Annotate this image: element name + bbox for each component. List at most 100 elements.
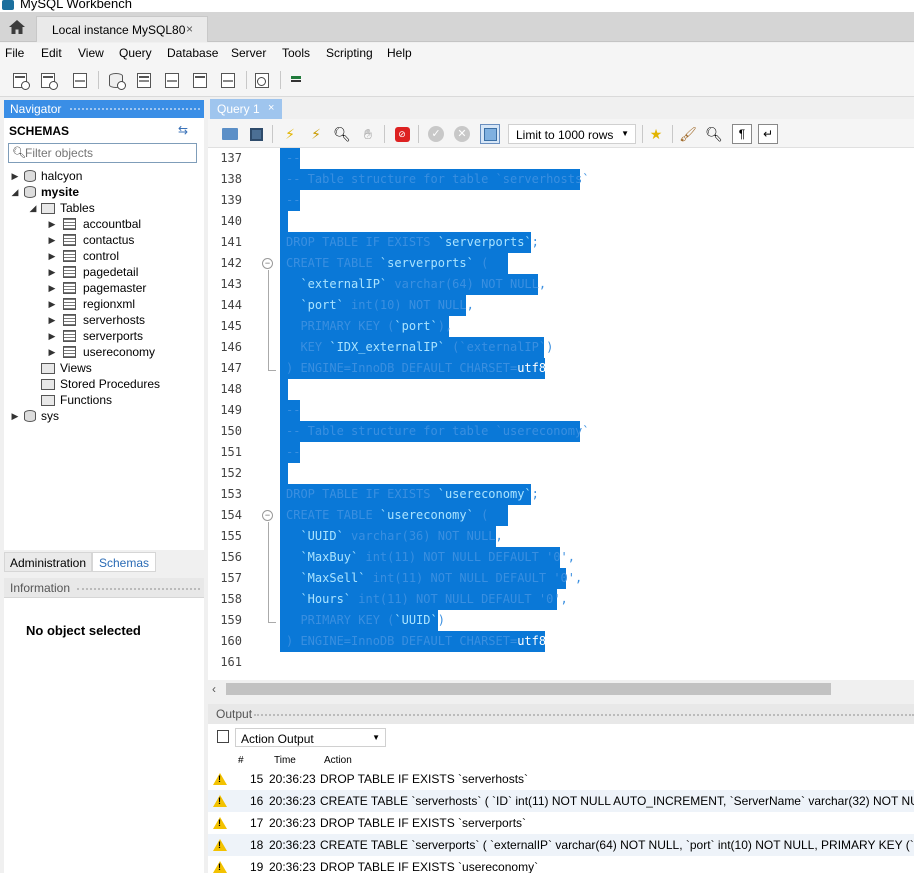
expand-arrow-icon[interactable]: ▶ [47, 219, 57, 230]
tree-item-pagedetail[interactable]: ▶ pagedetail [47, 264, 139, 280]
tree-item-label: sys [41, 409, 59, 423]
menu-tools[interactable]: Tools [282, 46, 310, 60]
limit-rows-select[interactable]: Limit to 1000 rows ▼ [508, 124, 636, 144]
reconnect-button[interactable] [286, 69, 308, 91]
autocommit-toggle[interactable] [480, 124, 500, 144]
menu-view[interactable]: View [78, 46, 104, 60]
menu-bar: File Edit View Query Database Server Too… [0, 43, 914, 63]
menu-query[interactable]: Query [119, 46, 152, 60]
tree-item-views[interactable]: Views [28, 360, 92, 376]
column-header-time[interactable]: Time [274, 755, 296, 766]
query-tab[interactable]: Query 1 × [210, 99, 282, 119]
menu-server[interactable]: Server [231, 46, 266, 60]
tree-item-mysite[interactable]: ◢ mysite [10, 184, 80, 200]
tree-item-serverports[interactable]: ▶ serverports [47, 328, 144, 344]
commit-button[interactable]: ✓ [426, 124, 446, 144]
scroll-left-icon[interactable]: ‹ [212, 682, 216, 696]
scrollbar-thumb[interactable] [226, 683, 831, 695]
filter-objects-input[interactable] [25, 145, 193, 161]
output-row[interactable]: ! 15 20:36:23 DROP TABLE IF EXISTS `serverh… [208, 768, 914, 790]
menu-edit[interactable]: Edit [41, 46, 62, 60]
tree-item-regionxml[interactable]: ▶ regionxml [47, 296, 136, 312]
expand-arrow-icon[interactable]: ▶ [47, 235, 57, 246]
column-header-num[interactable]: # [238, 755, 244, 766]
close-icon[interactable]: × [268, 102, 274, 114]
menu-scripting[interactable]: Scripting [326, 46, 373, 60]
tree-item-pagemaster[interactable]: ▶ pagemaster [47, 280, 147, 296]
expand-arrow-icon[interactable]: ▶ [10, 411, 20, 422]
explain-button[interactable]: 🔍︎ [332, 124, 352, 144]
copy-icon[interactable] [217, 730, 229, 743]
tree-item-control[interactable]: ▶ control [47, 248, 120, 264]
invisible-chars-button[interactable]: ¶ [732, 124, 752, 144]
output-toolbar: Action Output ▼ [208, 724, 914, 750]
expand-arrow-icon[interactable]: ▶ [47, 347, 57, 358]
refresh-icon[interactable]: ⇆ [178, 123, 188, 137]
close-icon[interactable]: × [186, 22, 193, 36]
collapse-arrow-icon[interactable]: ◢ [10, 187, 20, 198]
tree-item-serverhosts[interactable]: ▶ serverhosts [47, 312, 146, 328]
add-snippet-button[interactable]: ★ [646, 124, 666, 144]
inspector-button[interactable] [70, 69, 92, 91]
tab-administration[interactable]: Administration [4, 552, 92, 572]
create-view-button[interactable] [162, 69, 184, 91]
output-row[interactable]: ! 16 20:36:23 CREATE TABLE `serverhosts` ( … [208, 790, 914, 812]
output-row[interactable]: ! 17 20:36:23 DROP TABLE IF EXISTS `serverp… [208, 812, 914, 834]
expand-arrow-icon[interactable]: ▶ [47, 267, 57, 278]
output-type-select[interactable]: Action Output ▼ [235, 728, 386, 747]
tree-item-sys[interactable]: ▶ sys [10, 408, 59, 424]
tree-item-usereconomy[interactable]: ▶ usereconomy [47, 344, 156, 360]
sql-editor[interactable]: 137 138 139 140 141 142 143 144 145 146 147 148 149 1… [208, 148, 914, 680]
tree-item-contactus[interactable]: ▶ contactus [47, 232, 135, 248]
output-cell-num: 18 [250, 838, 264, 852]
column-header-action[interactable]: Action [324, 755, 352, 766]
tab-schemas[interactable]: Schemas [92, 552, 156, 572]
fold-toggle-icon[interactable]: − [262, 258, 273, 269]
menu-database[interactable]: Database [167, 46, 218, 60]
tree-item-label: Views [60, 361, 92, 375]
wrap-lines-button[interactable]: ↵ [758, 124, 778, 144]
execute-current-button[interactable]: ⚡ [306, 124, 326, 144]
expand-arrow-icon[interactable]: ▶ [47, 331, 57, 342]
menu-help[interactable]: Help [387, 46, 412, 60]
open-sql-script-button[interactable] [38, 69, 60, 91]
search-table-data-button[interactable] [252, 69, 274, 91]
collapse-arrow-icon[interactable]: ◢ [28, 203, 38, 214]
save-button[interactable] [246, 124, 266, 144]
horizontal-scrollbar[interactable]: ‹ [208, 680, 914, 697]
output-cell-num: 15 [250, 772, 264, 786]
expand-arrow-icon[interactable]: ▶ [47, 283, 57, 294]
tree-item-tables[interactable]: ◢ Tables [28, 200, 95, 216]
rollback-button[interactable]: ✕ [452, 124, 472, 144]
execute-button[interactable]: ⚡ [280, 124, 300, 144]
create-function-button[interactable] [218, 69, 240, 91]
expand-arrow-icon[interactable]: ▶ [10, 171, 20, 182]
connection-tab[interactable]: Local instance MySQL80 × [36, 16, 208, 42]
create-table-button[interactable] [134, 69, 156, 91]
tree-item-stored-procedures[interactable]: Stored Procedures [28, 376, 160, 392]
stop-error-icon: ⊘ [394, 126, 410, 142]
new-sql-tab-button[interactable] [10, 69, 32, 91]
output-row[interactable]: ! 18 20:36:23 CREATE TABLE `serverports` ( … [208, 834, 914, 856]
create-procedure-button[interactable] [190, 69, 212, 91]
expand-arrow-icon[interactable]: ▶ [47, 315, 57, 326]
open-file-button[interactable] [220, 124, 240, 144]
home-button[interactable] [4, 15, 30, 39]
tree-item-halcyon[interactable]: ▶ halcyon [10, 168, 83, 184]
beautify-button[interactable]: 🖌︎ [678, 124, 698, 144]
tree-item-accountbal[interactable]: ▶ accountbal [47, 216, 142, 232]
create-schema-button[interactable] [106, 69, 128, 91]
tree-item-functions[interactable]: Functions [28, 392, 112, 408]
stop-button[interactable]: ✋︎ [358, 124, 378, 144]
output-cell-time: 20:36:23 [269, 772, 316, 786]
output-row[interactable]: ! 19 20:36:23 DROP TABLE IF EXISTS `usereco… [208, 856, 914, 873]
expand-arrow-icon[interactable]: ▶ [47, 251, 57, 262]
toggle-error-button[interactable]: ⊘ [392, 124, 412, 144]
fold-toggle-icon[interactable]: − [262, 510, 273, 521]
find-button[interactable]: 🔍︎ [704, 124, 724, 144]
line-number: 143 [220, 277, 242, 291]
code-text: DROP TABLE IF EXISTS [286, 235, 438, 249]
expand-arrow-icon[interactable]: ▶ [47, 299, 57, 310]
menu-file[interactable]: File [5, 46, 24, 60]
